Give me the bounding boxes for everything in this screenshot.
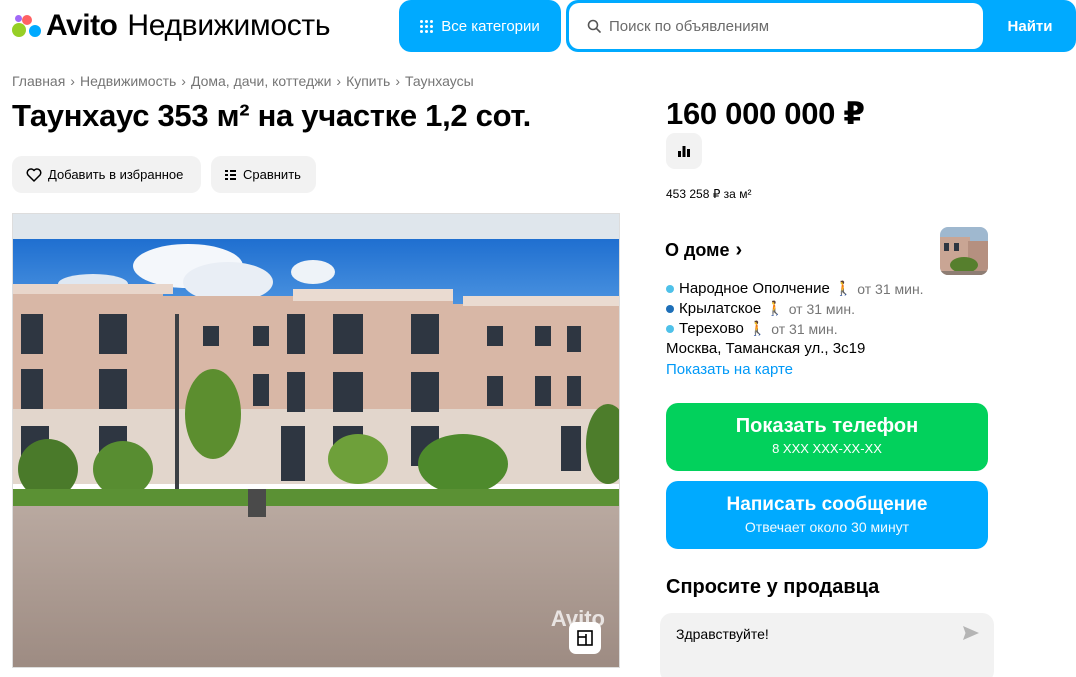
house-thumbnail[interactable]: [940, 227, 988, 275]
price-history-button[interactable]: [666, 133, 702, 169]
phone-masked: 8 XXX XXX-XX-XX: [772, 441, 882, 456]
ask-seller-title: Спросите у продавца: [666, 576, 880, 598]
house-thumbnail-image: [940, 227, 988, 275]
chevron-right-icon: ›: [735, 239, 743, 261]
search-icon: [587, 19, 601, 33]
metro-line-dot: [666, 284, 674, 293]
logo-dots-icon: [12, 13, 42, 39]
heart-icon: [26, 167, 42, 182]
metro-line-dot: [666, 324, 674, 333]
chevron-right-icon: ›: [181, 73, 186, 89]
ask-seller-input[interactable]: Здравствуйте!: [660, 613, 994, 677]
compare-icon: [225, 169, 236, 180]
write-message-label: Написать сообщение: [726, 494, 928, 515]
listing-title: Таунхаус 353 м² на участке 1,2 сот.: [12, 98, 531, 133]
floor-plan-button[interactable]: [569, 622, 601, 654]
brand-name: Avito: [46, 9, 118, 42]
compare-button[interactable]: Сравнить: [211, 156, 316, 193]
walk-icon: 🚶: [748, 320, 767, 336]
chevron-right-icon: ›: [70, 73, 75, 89]
breadcrumb-home[interactable]: Главная: [12, 73, 65, 89]
listing-photo[interactable]: Avito: [12, 213, 620, 668]
metro-time: от 31 мин.: [857, 280, 924, 297]
show-phone-label: Показать телефон: [735, 415, 919, 437]
metro-name: Народное Ополчение: [679, 280, 830, 297]
breadcrumb-buy[interactable]: Купить: [346, 73, 390, 89]
favorites-label: Добавить в избранное: [48, 167, 184, 182]
metro-line-dot: [666, 304, 674, 313]
add-to-favorites-button[interactable]: Добавить в избранное: [12, 156, 201, 193]
breadcrumb-real-estate[interactable]: Недвижимость: [80, 73, 176, 89]
all-categories-label: Все категории: [441, 17, 540, 35]
breadcrumb: Главная › Недвижимость › Дома, дачи, кот…: [12, 73, 474, 89]
floor-plan-icon: [577, 630, 593, 646]
search-input[interactable]: [609, 17, 969, 35]
metro-time: от 31 мин.: [771, 320, 838, 337]
townhouse-photo: [13, 214, 619, 667]
search-bar: Найти: [566, 0, 1076, 52]
all-categories-button[interactable]: Все категории: [399, 0, 561, 52]
metro-name: Терехово: [679, 320, 744, 337]
show-on-map-link[interactable]: Показать на карте: [666, 361, 793, 378]
metro-name: Крылатское: [679, 300, 762, 317]
walk-icon: 🚶: [766, 300, 784, 316]
about-house-label: О доме: [665, 240, 730, 260]
walk-icon: 🚶: [834, 280, 853, 296]
breadcrumb-townhouses[interactable]: Таунхаусы: [405, 73, 474, 89]
bar-chart-icon: [678, 146, 690, 157]
ask-seller-text: Здравствуйте!: [676, 626, 769, 642]
search-field[interactable]: [569, 3, 983, 49]
compare-label: Сравнить: [243, 167, 301, 182]
show-phone-button[interactable]: Показать телефон 8 XXX XXX-XX-XX: [666, 403, 988, 471]
breadcrumb-houses[interactable]: Дома, дачи, коттеджи: [191, 73, 331, 89]
metro-station: Крылатское 🚶 от 31 мин.: [666, 300, 855, 317]
about-house-link[interactable]: О доме ›: [665, 239, 742, 262]
grid-icon: [420, 19, 434, 33]
chevron-right-icon: ›: [336, 73, 342, 89]
price: 160 000 000 ₽: [666, 96, 865, 131]
write-message-button[interactable]: Написать сообщение Отвечает около 30 мин…: [666, 481, 988, 549]
address: Москва, Таманская ул., 3с19: [666, 340, 866, 357]
metro-station: Терехово 🚶 от 31 мин.: [666, 320, 838, 337]
search-button[interactable]: Найти: [984, 0, 1076, 52]
chevron-right-icon: ›: [395, 73, 400, 89]
avito-logo[interactable]: Avito Недвижимость: [12, 8, 330, 44]
section-name: Недвижимость: [127, 9, 331, 42]
send-icon[interactable]: [962, 625, 980, 641]
metro-time: от 31 мин.: [788, 300, 855, 317]
response-time: Отвечает около 30 минут: [744, 519, 910, 535]
metro-station: Народное Ополчение 🚶 от 31 мин.: [666, 280, 924, 297]
price-per-m2: 453 258 ₽ за м²: [666, 187, 752, 201]
